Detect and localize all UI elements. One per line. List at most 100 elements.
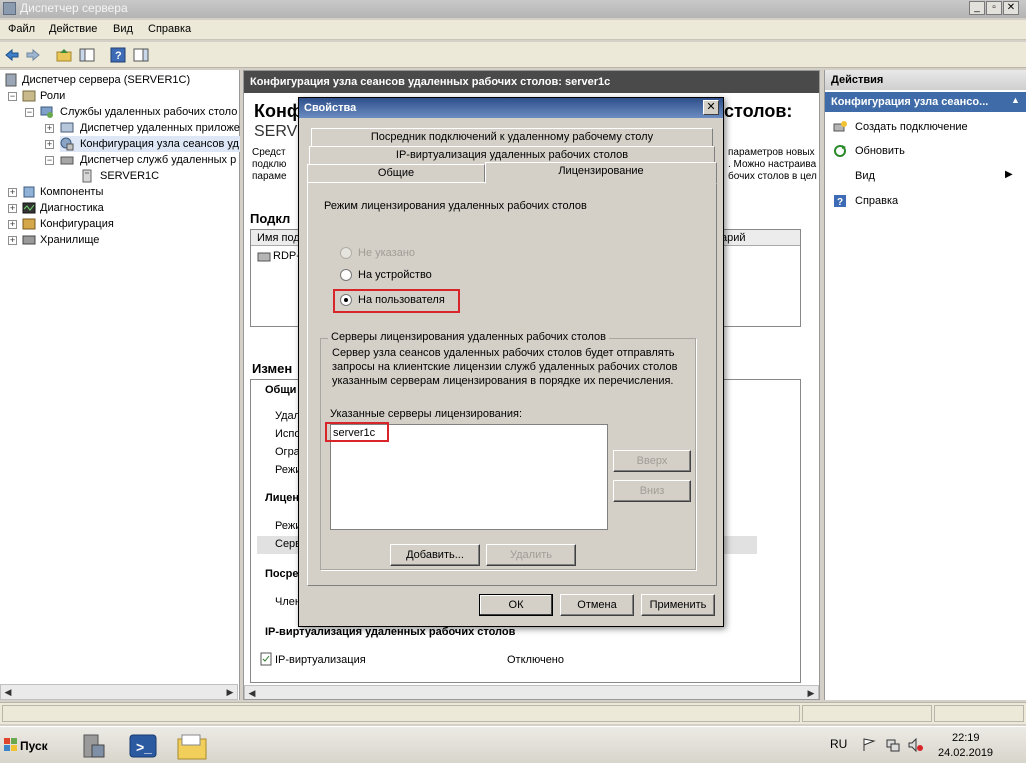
cancel-button[interactable]: Отмена <box>560 594 634 616</box>
collapse-roles-toggle[interactable]: − <box>8 92 17 101</box>
expand-storage-toggle[interactable]: + <box>8 236 17 245</box>
tree-remote-app-manager[interactable]: Диспетчер удаленных приложе <box>60 120 240 136</box>
section-broker: Посре <box>265 568 299 580</box>
tree-horizontal-scrollbar[interactable]: ◀ ▶ <box>0 684 238 700</box>
connections-title: Подкл <box>250 211 291 226</box>
clock-time[interactable]: 22:19 <box>952 732 980 744</box>
tab-connection-broker[interactable]: Посредник подключений к удаленному рабоч… <box>311 128 713 146</box>
powershell-taskbar-icon[interactable]: >_ <box>128 731 158 761</box>
submenu-arrow-icon: ▶ <box>1005 169 1013 180</box>
help-icon[interactable]: ? <box>110 47 126 63</box>
show-hide-tree-icon[interactable] <box>79 47 95 63</box>
settings-item[interactable]: Огра <box>275 446 300 458</box>
ok-button[interactable]: ОК <box>479 594 553 616</box>
description-line: Средст <box>252 147 286 158</box>
window-title-bar[interactable]: Диспетчер сервера _ ▫ ✕ <box>0 0 1026 18</box>
menu-bar: Файл Действие Вид Справка <box>0 20 1026 40</box>
back-arrow-icon[interactable] <box>4 47 20 63</box>
details-pane-header: Конфигурация узла сеансов удаленных рабо… <box>244 71 819 93</box>
network-icon[interactable] <box>886 738 900 752</box>
scroll-left-arrow[interactable]: ◀ <box>1 685 15 699</box>
group-description-line: указанным серверам лицензирования в поря… <box>332 375 674 387</box>
windows-logo-icon <box>4 738 17 751</box>
radio-not-specified-label: Не указано <box>358 247 416 259</box>
window-title: Диспетчер сервера <box>20 1 128 15</box>
actions-header: Действия <box>825 70 1026 90</box>
specified-servers-label: Указанные серверы лицензирования: <box>330 408 523 420</box>
actions-pane: Действия Конфигурация узла сеансо... ▲ С… <box>824 70 1026 700</box>
forward-arrow-icon[interactable] <box>25 47 41 63</box>
add-server-button[interactable]: Добавить... <box>390 544 480 566</box>
action-view[interactable]: Вид <box>855 170 875 182</box>
server-manager-app-icon <box>3 2 16 15</box>
status-segment <box>802 705 932 722</box>
menu-action[interactable]: Действие <box>49 23 97 35</box>
menu-view[interactable]: Вид <box>113 23 133 35</box>
tab-licensing[interactable]: Лицензирование <box>485 162 717 184</box>
radio-per-user[interactable] <box>340 294 352 306</box>
status-segment <box>934 705 1024 722</box>
column-comment-header[interactable]: арий <box>721 232 746 244</box>
status-bar <box>0 702 1026 724</box>
connection-row[interactable]: RDP- <box>273 250 300 262</box>
action-center-flag-icon[interactable] <box>862 738 876 752</box>
refresh-icon <box>834 145 846 157</box>
apply-button[interactable]: Применить <box>641 594 715 616</box>
components-icon <box>23 186 35 198</box>
column-name-header[interactable]: Имя под <box>257 232 300 244</box>
section-ip-virtualization: IP-виртуализация удаленных рабочих столо… <box>265 626 516 638</box>
settings-item[interactable]: Испо <box>275 428 300 440</box>
menu-file[interactable]: Файл <box>8 23 35 35</box>
restore-button[interactable]: ▫ <box>986 1 1002 15</box>
collapse-license-manager-toggle[interactable]: − <box>45 156 54 165</box>
radio-per-device[interactable] <box>340 269 352 281</box>
tree-rds[interactable]: Службы удаленных рабочих столо <box>40 104 240 120</box>
dialog-close-button[interactable]: ✕ <box>703 100 719 115</box>
server-manager-taskbar-icon[interactable] <box>78 731 108 761</box>
details-title: Конф <box>254 101 303 121</box>
expand-components-toggle[interactable]: + <box>8 188 17 197</box>
license-server-entry[interactable]: server1c <box>333 427 375 439</box>
server-manager-icon <box>5 73 17 87</box>
remove-server-button[interactable]: Удалить <box>486 544 576 566</box>
scroll-right-arrow[interactable]: ▶ <box>804 686 818 699</box>
navigation-tree: Диспетчер сервера (SERVER1C) − Роли − Сл… <box>0 70 240 700</box>
input-language-indicator[interactable]: RU <box>830 737 847 751</box>
rdp-connection-icon <box>257 252 271 262</box>
tree-license-manager[interactable]: Диспетчер служб удаленных р <box>60 152 240 168</box>
radio-per-device-label[interactable]: На устройство <box>358 269 432 281</box>
ip-virtualization-item[interactable]: IP-виртуализация <box>275 654 366 666</box>
minimize-button[interactable]: _ <box>969 1 985 15</box>
tab-general[interactable]: Общие <box>307 164 485 182</box>
radio-per-user-label[interactable]: На пользователя <box>358 294 445 306</box>
menu-help[interactable]: Справка <box>148 23 191 35</box>
actions-subheader[interactable]: Конфигурация узла сеансо... <box>825 92 1026 112</box>
settings-item[interactable]: Удал <box>275 410 300 422</box>
move-down-button[interactable]: Вниз <box>613 480 691 502</box>
move-up-button[interactable]: Вверх <box>613 450 691 472</box>
action-refresh[interactable]: Обновить <box>855 145 905 157</box>
dialog-title-bar[interactable]: Свойства <box>299 98 723 118</box>
scroll-right-arrow[interactable]: ▶ <box>223 685 237 699</box>
collapse-up-icon[interactable]: ▲ <box>1011 95 1020 105</box>
tree-rdsh-configuration[interactable]: Конфигурация узла сеансов уд <box>60 136 240 152</box>
scroll-left-arrow[interactable]: ◀ <box>245 686 259 699</box>
volume-muted-icon[interactable] <box>908 738 924 752</box>
action-create-connection[interactable]: Создать подключение <box>855 121 968 133</box>
explorer-taskbar-icon[interactable] <box>176 731 208 761</box>
expand-configuration-toggle[interactable]: + <box>8 220 17 229</box>
clock-date[interactable]: 24.02.2019 <box>938 747 993 759</box>
svg-text:?: ? <box>115 50 122 62</box>
expand-rdsh-config-toggle[interactable]: + <box>45 140 54 149</box>
group-description-line: Сервер узла сеансов удаленных рабочих ст… <box>332 347 675 359</box>
start-button[interactable]: Пуск <box>2 732 54 758</box>
details-horizontal-scrollbar[interactable]: ◀ ▶ <box>244 685 819 699</box>
up-folder-icon[interactable] <box>56 47 72 63</box>
collapse-rds-toggle[interactable]: − <box>25 108 34 117</box>
close-window-button[interactable]: ✕ <box>1003 1 1019 15</box>
expand-diagnostics-toggle[interactable]: + <box>8 204 17 213</box>
action-help[interactable]: Справка <box>855 195 898 207</box>
license-servers-group-title: Серверы лицензирования удаленных рабочих… <box>328 331 609 343</box>
show-hide-action-pane-icon[interactable] <box>133 47 149 63</box>
expand-remote-app-toggle[interactable]: + <box>45 124 54 133</box>
